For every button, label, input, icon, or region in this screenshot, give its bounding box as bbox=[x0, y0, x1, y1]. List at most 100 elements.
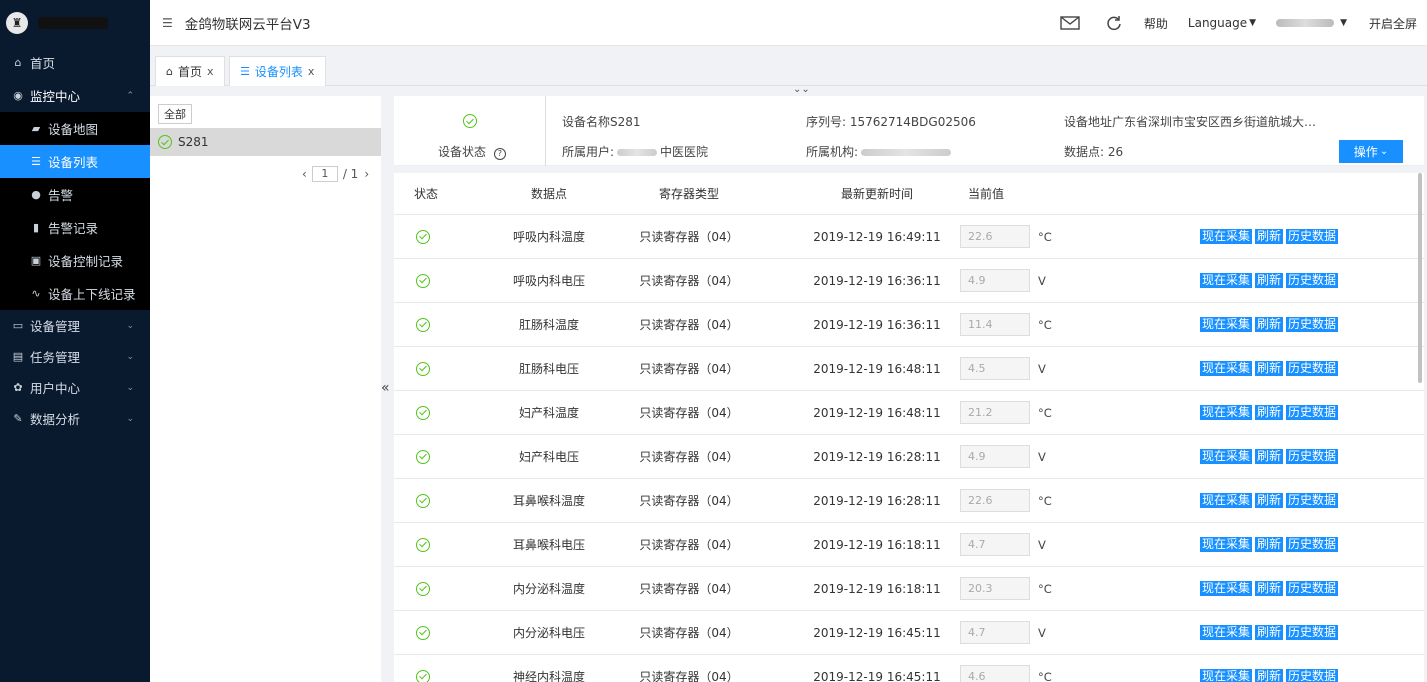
collect-now-button[interactable]: 现在采集 bbox=[1200, 493, 1253, 508]
sidebar-item-device-manage[interactable]: ▭ 设备管理 ⌄ bbox=[0, 310, 150, 341]
collect-now-button[interactable]: 现在采集 bbox=[1200, 449, 1253, 464]
value-input[interactable]: 4.7 bbox=[960, 533, 1030, 556]
history-data-button[interactable]: 历史数据 bbox=[1286, 581, 1339, 596]
table-scrollbar[interactable] bbox=[1418, 173, 1422, 383]
update-time: 2019-12-19 16:36:11 bbox=[813, 317, 941, 332]
all-devices-button[interactable]: 全部 bbox=[158, 104, 192, 124]
refresh-button[interactable]: 刷新 bbox=[1255, 273, 1284, 288]
refresh-button[interactable]: 刷新 bbox=[1255, 229, 1284, 244]
collect-now-button[interactable]: 现在采集 bbox=[1200, 229, 1253, 244]
sidebar-item-device-list[interactable]: ☰ 设备列表 bbox=[0, 145, 150, 178]
value-unit: V bbox=[1038, 449, 1046, 464]
next-page-icon[interactable]: › bbox=[364, 167, 369, 181]
tab-home[interactable]: ⌂ 首页 x bbox=[155, 56, 225, 86]
page-input[interactable]: 1 bbox=[311, 166, 338, 182]
history-data-button[interactable]: 历史数据 bbox=[1286, 625, 1339, 640]
refresh-button[interactable]: 刷新 bbox=[1255, 493, 1284, 508]
table-row: 妇产科温度 只读寄存器（04） 2019-12-19 16:48:11 21.2 °C 现… bbox=[394, 391, 1424, 435]
refresh-button[interactable]: 刷新 bbox=[1255, 669, 1284, 682]
value-input[interactable]: 11.4 bbox=[960, 313, 1030, 336]
value-input[interactable]: 4.9 bbox=[960, 445, 1030, 468]
data-point-name: 神经内科温度 bbox=[512, 670, 585, 682]
value-input[interactable]: 4.6 bbox=[960, 665, 1030, 682]
data-point-name: 内分泌科电压 bbox=[512, 626, 585, 640]
tab-close-icon[interactable]: x bbox=[207, 65, 214, 78]
sidebar-item-alert-records[interactable]: ▮ 告警记录 bbox=[0, 211, 150, 244]
history-data-button[interactable]: 历史数据 bbox=[1286, 449, 1339, 464]
history-data-button[interactable]: 历史数据 bbox=[1286, 273, 1339, 288]
collect-now-button[interactable]: 现在采集 bbox=[1200, 537, 1253, 552]
sidebar-item-data-analysis[interactable]: ✎ 数据分析 ⌄ bbox=[0, 403, 150, 434]
online-check-icon bbox=[416, 537, 430, 552]
collect-now-button[interactable]: 现在采集 bbox=[1200, 625, 1253, 640]
value-input[interactable]: 20.3 bbox=[960, 577, 1030, 600]
history-data-button[interactable]: 历史数据 bbox=[1286, 537, 1339, 552]
language-dropdown[interactable]: Language ▼ bbox=[1188, 16, 1256, 30]
value-cell: 22.6 °C bbox=[960, 479, 1052, 522]
value-input[interactable]: 22.6 bbox=[960, 489, 1030, 512]
tree-item-device[interactable]: S281 bbox=[150, 128, 381, 156]
refresh-button[interactable]: 刷新 bbox=[1255, 449, 1284, 464]
sidebar-item-device-map[interactable]: ▰ 设备地图 bbox=[0, 112, 150, 145]
collect-now-button[interactable]: 现在采集 bbox=[1200, 669, 1253, 682]
double-chevron-down-icon[interactable]: ⌄⌄ bbox=[793, 84, 810, 95]
collect-now-button[interactable]: 现在采集 bbox=[1200, 361, 1253, 376]
collect-now-button[interactable]: 现在采集 bbox=[1200, 405, 1253, 420]
language-label: Language bbox=[1187, 16, 1248, 30]
refresh-button[interactable]: 刷新 bbox=[1255, 361, 1284, 376]
location-icon: ◉ bbox=[13, 89, 23, 102]
collect-now-button[interactable]: 现在采集 bbox=[1200, 273, 1253, 288]
sidebar-item-user-center[interactable]: ✿ 用户中心 ⌄ bbox=[0, 372, 150, 403]
history-data-button[interactable]: 历史数据 bbox=[1286, 361, 1339, 376]
collapse-tree-icon[interactable]: « bbox=[381, 380, 390, 396]
sidebar-item-home[interactable]: ⌂ 首页 bbox=[0, 46, 150, 79]
refresh-button[interactable]: 刷新 bbox=[1255, 405, 1284, 420]
register-type: 只读寄存器（04） bbox=[639, 274, 739, 288]
tab-close-icon[interactable]: x bbox=[308, 65, 315, 78]
data-point-name: 耳鼻喉科电压 bbox=[512, 538, 585, 552]
value-input[interactable]: 4.7 bbox=[960, 621, 1030, 644]
sidebar-item-task-manage[interactable]: ▤ 任务管理 ⌄ bbox=[0, 341, 150, 372]
value-unit: °C bbox=[1038, 317, 1052, 332]
register-type: 只读寄存器（04） bbox=[639, 318, 739, 332]
refresh-button[interactable] bbox=[1106, 15, 1122, 31]
table-row: 呼吸内科电压 只读寄存器（04） 2019-12-19 16:36:11 4.9 V 现在… bbox=[394, 259, 1424, 303]
user-dropdown[interactable]: ▼ bbox=[1276, 18, 1347, 28]
update-time: 2019-12-19 16:45:11 bbox=[813, 669, 941, 682]
refresh-button[interactable]: 刷新 bbox=[1255, 537, 1284, 552]
value-input[interactable]: 4.5 bbox=[960, 357, 1030, 380]
help-link[interactable]: 帮助 bbox=[1144, 15, 1168, 32]
chevron-down-icon: ⌄ bbox=[126, 413, 134, 424]
fullscreen-button[interactable]: 开启全屏 bbox=[1369, 15, 1417, 32]
value-input[interactable]: 4.9 bbox=[960, 269, 1030, 292]
chevron-down-icon: ⌄ bbox=[126, 351, 134, 362]
actions-cell: 现在采集 刷新 历史数据 bbox=[1200, 523, 1341, 566]
refresh-button[interactable]: 刷新 bbox=[1255, 317, 1284, 332]
history-data-button[interactable]: 历史数据 bbox=[1286, 493, 1339, 508]
value-unit: V bbox=[1038, 625, 1046, 640]
sidebar-item-alert[interactable]: ● 告警 bbox=[0, 178, 150, 211]
value-input[interactable]: 22.6 bbox=[960, 225, 1030, 248]
data-point-name: 肛肠科温度 bbox=[518, 318, 579, 332]
register-type: 只读寄存器（04） bbox=[639, 538, 739, 552]
sidebar-item-monitor-center[interactable]: ◉ 监控中心 ⌃ bbox=[0, 79, 150, 112]
refresh-button[interactable]: 刷新 bbox=[1255, 581, 1284, 596]
alert-icon: ● bbox=[31, 188, 41, 201]
value-input[interactable]: 21.2 bbox=[960, 401, 1030, 424]
history-data-button[interactable]: 历史数据 bbox=[1286, 405, 1339, 420]
menu-collapse-icon[interactable]: ☰ bbox=[162, 16, 173, 30]
history-data-button[interactable]: 历史数据 bbox=[1286, 317, 1339, 332]
history-data-button[interactable]: 历史数据 bbox=[1286, 669, 1339, 682]
collect-now-button[interactable]: 现在采集 bbox=[1200, 581, 1253, 596]
prev-page-icon[interactable]: ‹ bbox=[302, 167, 307, 181]
value-unit: °C bbox=[1038, 405, 1052, 420]
operate-button[interactable]: 操作 ⌄ bbox=[1339, 140, 1403, 163]
mail-button[interactable] bbox=[1060, 16, 1080, 30]
sidebar-item-control-records[interactable]: ▣ 设备控制记录 bbox=[0, 244, 150, 277]
sidebar-item-online-records[interactable]: ∿ 设备上下线记录 bbox=[0, 277, 150, 310]
question-icon[interactable]: ? bbox=[493, 148, 506, 160]
collect-now-button[interactable]: 现在采集 bbox=[1200, 317, 1253, 332]
refresh-button[interactable]: 刷新 bbox=[1255, 625, 1284, 640]
history-data-button[interactable]: 历史数据 bbox=[1286, 229, 1339, 244]
tab-device-list[interactable]: ☰ 设备列表 x bbox=[229, 56, 326, 86]
